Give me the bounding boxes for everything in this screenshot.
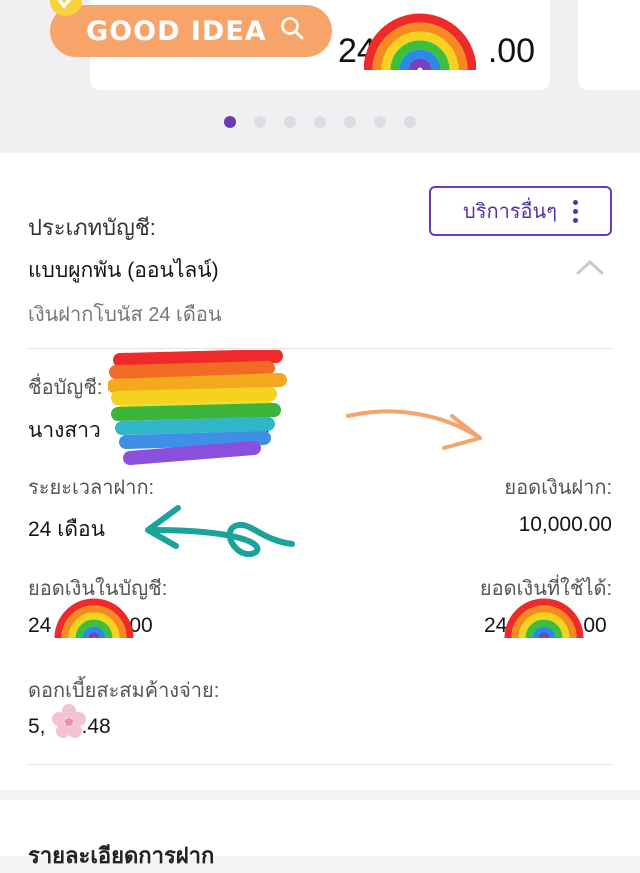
chevron-up-icon[interactable] xyxy=(575,258,605,276)
carousel-dot[interactable] xyxy=(254,116,266,128)
term-value: 24 เดือน xyxy=(28,518,105,541)
carousel-dot[interactable] xyxy=(224,116,236,128)
carousel-dot[interactable] xyxy=(404,116,416,128)
rainbow-sticker xyxy=(504,598,584,639)
flower-sticker xyxy=(52,704,86,738)
promo-card-next[interactable] xyxy=(578,0,640,90)
term-label: ระยะเวลาฝาก: xyxy=(28,477,155,499)
carousel-indicator[interactable] xyxy=(224,116,416,128)
deposit-label: ยอดเงินฝาก: xyxy=(504,477,612,499)
search-icon xyxy=(279,15,305,48)
rainbow-sticker xyxy=(364,13,476,71)
other-services-label: บริการอื่นๆ xyxy=(463,201,557,223)
divider xyxy=(28,348,612,349)
account-name-value: นางสาว xyxy=(28,419,101,442)
account-type-label: ประเภทบัญชี: xyxy=(28,215,156,240)
deposit-value: 10,000.00 xyxy=(518,513,612,536)
checkmark-icon xyxy=(50,0,82,16)
censor-scribble xyxy=(108,350,287,465)
carousel-dot[interactable] xyxy=(314,116,326,128)
carousel-dot[interactable] xyxy=(284,116,296,128)
teal-arrow-annotation xyxy=(145,505,295,557)
divider xyxy=(28,764,612,765)
kebab-menu-icon xyxy=(572,199,578,223)
account-type-value: แบบผูกพัน (ออนไลน์) xyxy=(28,259,219,282)
orange-arrow-annotation xyxy=(346,409,482,450)
other-services-button[interactable]: บริการอื่นๆ xyxy=(429,186,612,236)
account-name-label: ชื่อบัญชี: xyxy=(28,377,103,399)
good-idea-pill[interactable]: GOOD IDEA xyxy=(50,5,332,57)
carousel-dot[interactable] xyxy=(374,116,386,128)
carousel-dot[interactable] xyxy=(344,116,356,128)
account-type-sub: เงินฝากโบนัส 24 เดือน xyxy=(28,304,222,326)
rainbow-sticker xyxy=(54,598,134,639)
good-idea-label: GOOD IDEA xyxy=(86,15,267,47)
promo-carousel-area: GOOD IDEA 24.00 xyxy=(0,0,640,152)
